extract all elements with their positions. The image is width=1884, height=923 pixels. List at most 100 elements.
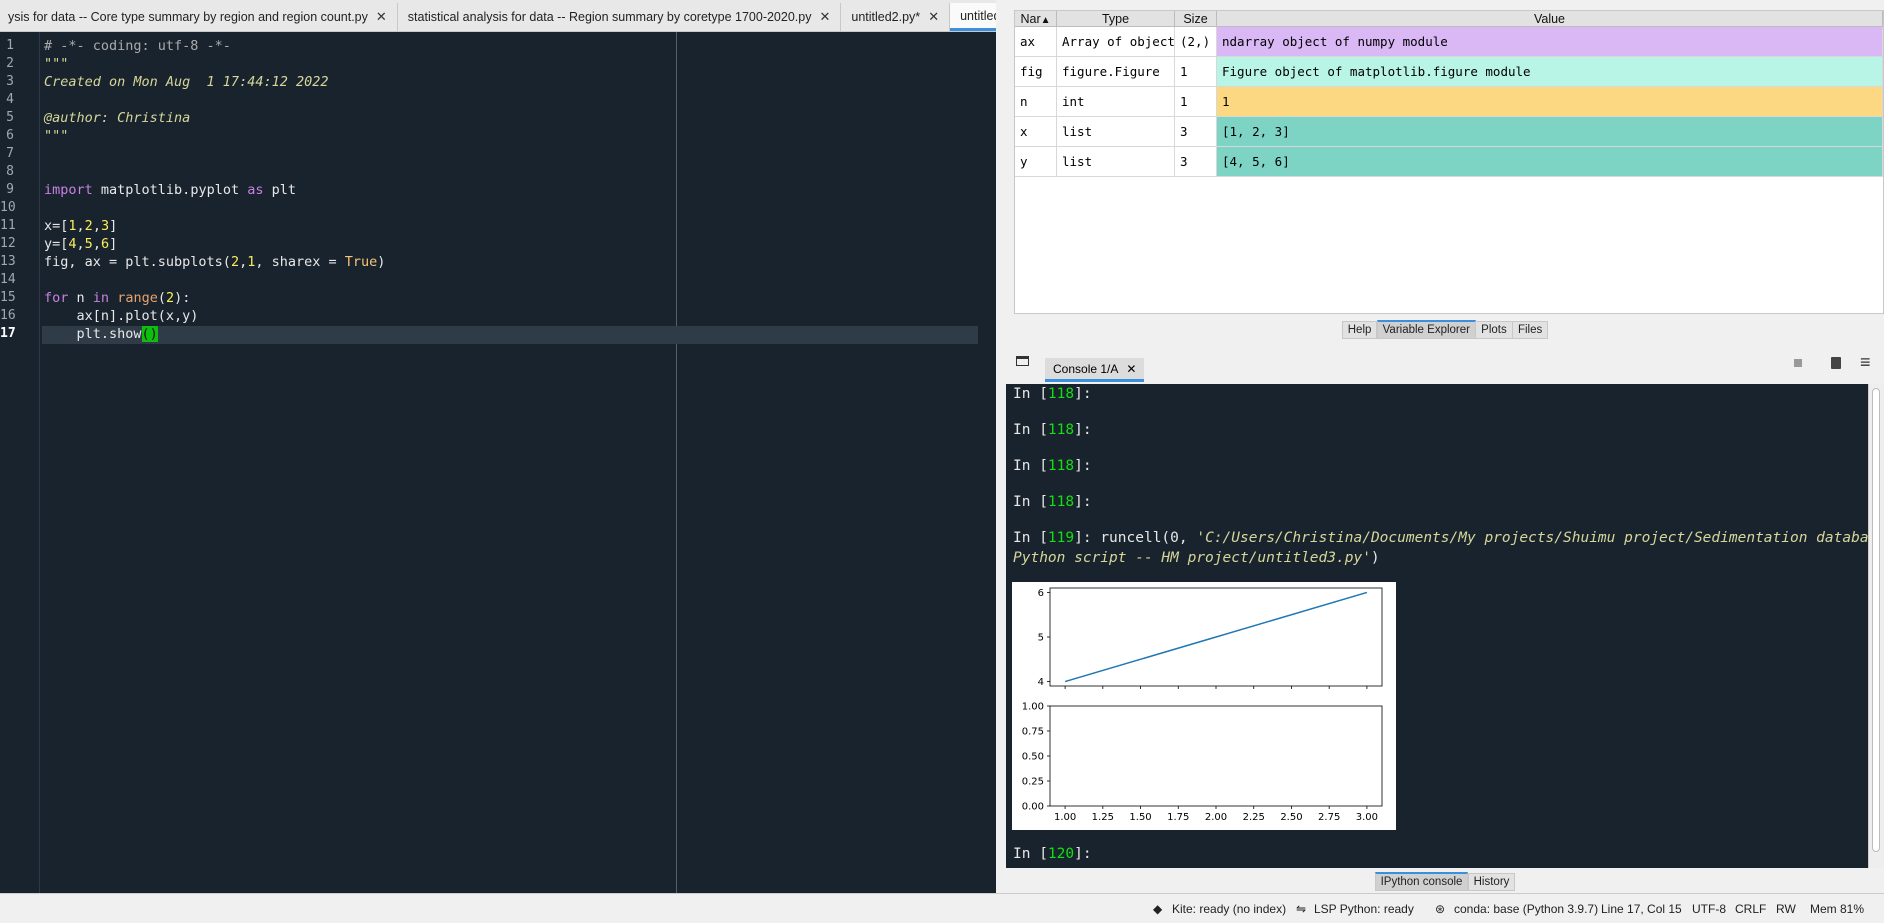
table-header: Nar▲ Type Size Value (1015, 11, 1883, 27)
x-tick-label: 1.75 (1167, 812, 1189, 823)
cell-size: 3 (1175, 147, 1217, 176)
cell-size: 1 (1175, 87, 1217, 116)
tab-untitled2[interactable]: untitled2.py* ✕ (841, 3, 951, 31)
console-prompt: In [118]: (1013, 422, 1092, 438)
close-icon[interactable]: ✕ (1126, 362, 1136, 376)
line-number: 5 (6, 110, 14, 125)
line-number: 14 (0, 272, 16, 287)
cell-name: y (1015, 147, 1057, 176)
x-tick-label: 1.25 (1092, 812, 1114, 823)
code-line: @author: Christina (44, 110, 191, 126)
table-row[interactable]: y list 3 [4, 5, 6] (1015, 147, 1883, 177)
line-number: 10 (0, 200, 16, 215)
line-number: 11 (0, 218, 16, 233)
tab-core-type-summary[interactable]: ysis for data -- Core type summary by re… (0, 3, 398, 31)
tab-plots[interactable]: Plots (1475, 321, 1513, 339)
cell-value: 1 (1217, 87, 1883, 116)
cell-type: Array of object (1057, 27, 1175, 56)
console-prompt[interactable]: In [120]: (1013, 846, 1092, 862)
console-tab-label: Console 1/A (1053, 361, 1119, 376)
x-tick-label: 2.75 (1318, 812, 1340, 823)
y-tick-label: 4 (1038, 677, 1044, 688)
table-row[interactable]: n int 1 1 (1015, 87, 1883, 117)
tab-console[interactable]: Console 1/A ✕ (1045, 358, 1145, 382)
code-line: Created on Mon Aug 1 17:44:12 2022 (44, 74, 329, 90)
cell-name: x (1015, 117, 1057, 146)
y-tick-label: 6 (1038, 588, 1044, 599)
x-tick-label: 2.25 (1243, 812, 1265, 823)
tab-variable-explorer[interactable]: Variable Explorer (1376, 320, 1476, 339)
table-row[interactable]: x list 3 [1, 2, 3] (1015, 117, 1883, 147)
code-line: plt.show() (44, 326, 158, 342)
line-number: 4 (6, 92, 14, 107)
tab-label: untitled3.py* (960, 8, 996, 23)
x-tick-label: 1.50 (1129, 812, 1151, 823)
code-line: """ (44, 56, 69, 72)
cell-value: Figure object of matplotlib.figure modul… (1217, 57, 1883, 86)
hamburger-menu-icon[interactable]: ≡ (1860, 352, 1871, 373)
stop-icon[interactable] (1794, 359, 1802, 367)
cell-name: fig (1015, 57, 1057, 86)
pane-tabs: Help Variable Explorer Plots Files (1006, 320, 1884, 339)
code-line: for n in range(2): (44, 290, 191, 306)
variable-table: Nar▲ Type Size Value ax Array of object (2… (1014, 10, 1884, 314)
close-icon[interactable]: ✕ (819, 9, 830, 25)
status-bar: ◆ Kite: ready (no index) ⇋ LSP Python: r… (0, 893, 1884, 923)
cell-value: [4, 5, 6] (1217, 147, 1883, 176)
table-row[interactable]: fig figure.Figure 1 Figure object of matplo… (1015, 57, 1883, 87)
code-line: y=[4,5,6] (44, 236, 118, 252)
cell-value: [1, 2, 3] (1217, 117, 1883, 146)
sort-ascending-icon: ▲ (1040, 15, 1051, 26)
bottom-axes-frame (1049, 705, 1383, 807)
tab-label: statistical analysis for data -- Region … (407, 10, 812, 24)
column-header-size[interactable]: Size (1175, 11, 1217, 26)
cell-value: ndarray object of numpy module (1217, 27, 1883, 56)
close-icon[interactable]: ✕ (928, 9, 939, 25)
console-prompt: In [118]: (1013, 458, 1092, 474)
tab-history[interactable]: History (1467, 873, 1516, 891)
trash-icon[interactable] (1831, 357, 1841, 369)
variable-explorer-pane: Nar▲ Type Size Value ax Array of object (2… (1006, 0, 1884, 340)
column-header-value[interactable]: Value (1217, 11, 1883, 26)
console-run-line: In [119]: runcell(0, 'C:/Users/Christina… (1013, 530, 1876, 546)
lsp-status: LSP Python: ready (1314, 902, 1414, 916)
close-icon[interactable]: ✕ (376, 9, 387, 25)
tab-help[interactable]: Help (1341, 321, 1378, 339)
x-tick-label: 3.00 (1356, 812, 1378, 823)
code-line: fig, ax = plt.subplots(2,1, sharex = Tru… (44, 254, 386, 270)
console-run-line-cont: Python script -- HM project/untitled3.py… (1013, 550, 1380, 566)
column-header-type[interactable]: Type (1057, 11, 1175, 26)
line-number: 6 (6, 128, 14, 143)
column-header-name[interactable]: Nar▲ (1015, 11, 1057, 26)
tab-untitled3[interactable]: untitled3.py* ✕ (950, 3, 996, 31)
line-number: 13 (0, 254, 16, 269)
console-pane: Console 1/A ✕ ≡ In [118]: In [118]: In [… (1006, 346, 1884, 893)
tab-region-summary[interactable]: statistical analysis for data -- Region … (397, 3, 842, 31)
tab-label: ysis for data -- Core type summary by re… (8, 10, 368, 24)
editor-pane: ysis for data -- Core type summary by re… (0, 0, 996, 893)
code-line: ax[n].plot(x,y) (44, 308, 199, 324)
code-editor[interactable]: 1 2 3 4 5 6 7 8 9 10 11 12 13 14 15 16 17 # -*- coding: … (0, 32, 996, 893)
cell-type: int (1057, 87, 1175, 116)
y-tick-label: 0.50 (1022, 752, 1044, 763)
tab-ipython-console[interactable]: IPython console (1374, 872, 1469, 891)
code-line: # -*- coding: utf-8 -*- (44, 38, 231, 54)
x-tick-label: 2.00 (1205, 812, 1227, 823)
tab-label: untitled2.py* (851, 10, 921, 24)
inline-figure: 4 5 6 0.00 0.25 0.50 0.75 1.00 1.00 1.25 1.50 1.75 2… (1012, 582, 1396, 830)
cell-size: 1 (1175, 57, 1217, 86)
table-row[interactable]: ax Array of object (2,) ndarray object of n… (1015, 27, 1883, 57)
tab-files[interactable]: Files (1511, 321, 1549, 339)
ipython-console[interactable]: In [118]: In [118]: In [118]: In [118]: … (1006, 384, 1876, 868)
line-number: 1 (6, 38, 14, 53)
conda-status: conda: base (Python 3.9.7) (1454, 902, 1599, 916)
rw-status: RW (1776, 902, 1796, 916)
y-tick-label: 5 (1038, 633, 1044, 644)
editor-tabbar: ysis for data -- Core type summary by re… (0, 0, 996, 32)
window-icon[interactable] (1016, 356, 1029, 366)
x-tick-label: 2.50 (1280, 812, 1302, 823)
line-number: 15 (0, 290, 16, 305)
editor-scrollbar[interactable] (980, 32, 996, 893)
console-scrollbar[interactable] (1868, 384, 1884, 868)
line-number: 8 (6, 164, 14, 179)
